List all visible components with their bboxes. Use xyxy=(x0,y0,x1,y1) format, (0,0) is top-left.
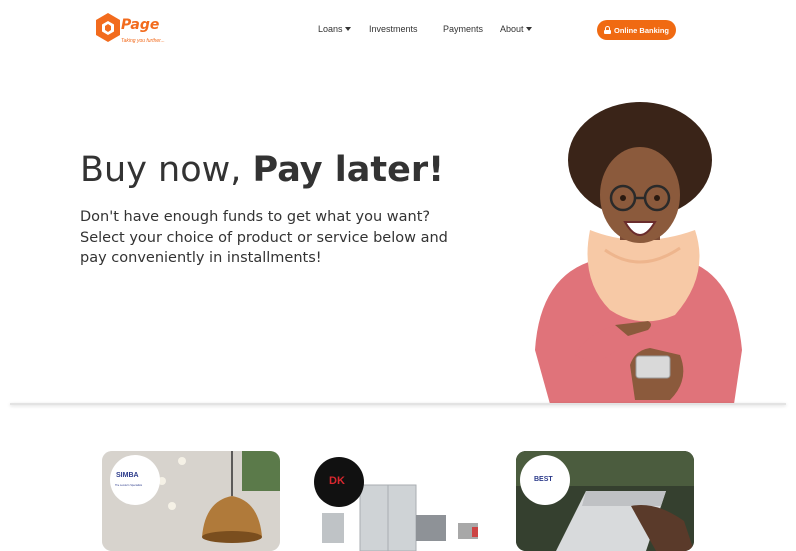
caret-down-icon xyxy=(344,27,351,31)
partner-card-simba[interactable]: SIMBA The Lender's Specialists xyxy=(102,451,280,551)
simba-badge: SIMBA The Lender's Specialists xyxy=(110,455,160,505)
nav-item-about[interactable]: About xyxy=(500,24,532,34)
lock-icon xyxy=(603,26,611,34)
nav-item-label: Investments xyxy=(369,24,418,34)
hero-title: Buy now, Pay later! xyxy=(80,150,444,190)
dk-badge: DK xyxy=(314,457,364,507)
hero-title-regular: Buy now, xyxy=(80,150,253,190)
best-badge: BEST xyxy=(520,455,570,505)
nav-item-loans[interactable]: Loans xyxy=(318,24,351,34)
woman-with-phone-image xyxy=(535,102,742,404)
nav-item-label: Loans xyxy=(318,24,343,34)
best-badge-text: BEST xyxy=(534,476,553,483)
online-banking-label: Online Banking xyxy=(613,25,669,35)
brand-logo[interactable]: Page Taking you further... xyxy=(95,13,175,49)
dk-badge-text: DK xyxy=(329,475,345,487)
nav-item-payments[interactable]: Payments xyxy=(443,24,483,34)
caret-down-icon xyxy=(525,27,532,31)
hero-title-bold: Pay later! xyxy=(252,150,445,190)
simba-badge-text: SIMBA xyxy=(116,472,139,479)
online-banking-button[interactable]: Online Banking xyxy=(597,20,676,40)
section-divider xyxy=(10,403,786,405)
brand-name: Page xyxy=(121,17,160,33)
partner-card-dk[interactable]: DK xyxy=(308,451,486,551)
partner-card-best[interactable]: BEST xyxy=(516,451,694,551)
nav-item-label: About xyxy=(500,24,524,34)
nav-item-label: Payments xyxy=(443,24,484,34)
simba-badge-sub: The Lender's Specialists xyxy=(115,484,143,487)
nav-item-investments[interactable]: Investments xyxy=(369,24,418,34)
hero-description: Don't have enough funds to get what you … xyxy=(80,209,448,266)
brand-tagline: Taking you further... xyxy=(121,38,165,44)
hexagon-logo-icon xyxy=(96,13,120,42)
top-navigation: Page Taking you further... Loans Investm… xyxy=(0,0,796,60)
